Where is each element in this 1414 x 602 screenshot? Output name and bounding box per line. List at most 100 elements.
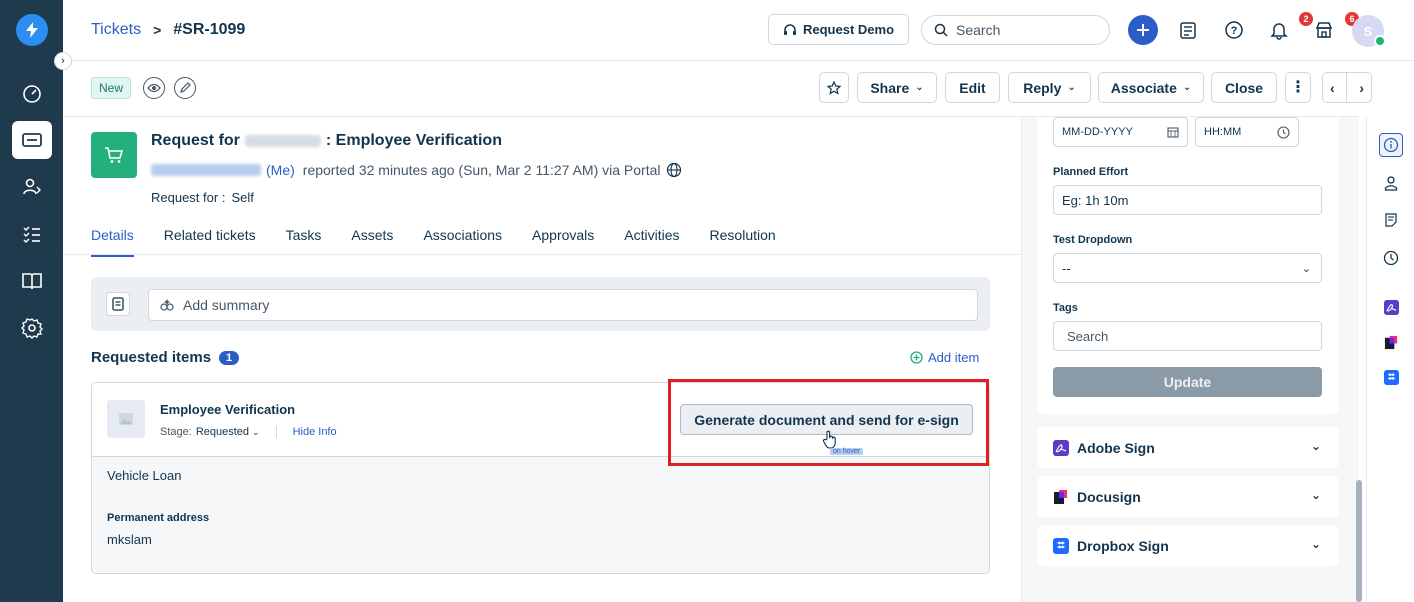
- tab-tasks[interactable]: Tasks: [286, 227, 322, 257]
- favorite-star-button[interactable]: [819, 72, 849, 103]
- me-label: (Me): [266, 162, 295, 178]
- edit-button[interactable]: Edit: [945, 72, 1000, 103]
- share-button[interactable]: Share ⌄: [857, 72, 937, 103]
- reply-label: Reply: [1023, 79, 1062, 96]
- tags-input[interactable]: Search: [1053, 321, 1322, 351]
- add-item-link[interactable]: Add item: [910, 350, 979, 365]
- adobe-sign-sidebar-icon[interactable]: [1379, 295, 1403, 319]
- title-suffix: : Employee Verification: [325, 132, 502, 149]
- requested-items-heading: Requested items 1: [91, 349, 240, 366]
- update-button[interactable]: Update: [1053, 367, 1322, 397]
- associate-label: Associate: [1110, 79, 1177, 96]
- new-plus-button[interactable]: [1128, 15, 1158, 45]
- breadcrumb-current: #SR-1099: [173, 21, 246, 38]
- star-icon: [827, 80, 841, 95]
- info-icon[interactable]: [1379, 133, 1403, 157]
- properties-panel: MM-DD-YYYY HH:MM Planned Effort Eg: 1h 1…: [1021, 117, 1359, 602]
- tab-activities[interactable]: Activities: [624, 227, 679, 257]
- edit-pencil-icon[interactable]: [174, 77, 196, 99]
- tasks-list-icon[interactable]: [12, 215, 52, 253]
- notifications-bell-icon[interactable]: [1264, 15, 1294, 45]
- help-icon[interactable]: ?: [1219, 15, 1249, 45]
- test-dropdown-select[interactable]: -- ⌄: [1053, 253, 1322, 283]
- tab-associations[interactable]: Associations: [423, 227, 502, 257]
- associate-button[interactable]: Associate ⌄: [1098, 72, 1204, 103]
- redacted-requester-name: [244, 135, 321, 147]
- time-field[interactable]: HH:MM: [1195, 117, 1299, 147]
- item-stage-row: Stage: Requested ⌄ Hide Info: [160, 426, 337, 438]
- on-hover-tag: on hover: [830, 448, 864, 455]
- stage-value: Requested: [195, 426, 250, 438]
- chevron-down-icon: ⌄: [1310, 439, 1321, 453]
- summary-placeholder: Add summary: [183, 297, 270, 313]
- ai-bot-icon: [160, 299, 174, 311]
- ticket-title: Request for : Employee Verification: [151, 132, 502, 150]
- requester-person-icon[interactable]: [1379, 171, 1403, 195]
- redacted-requester-link[interactable]: [151, 164, 261, 176]
- planned-effort-input[interactable]: Eg: 1h 10m: [1053, 185, 1322, 215]
- docusign-app-panel[interactable]: Docusign ⌄: [1037, 476, 1339, 517]
- title-prefix: Request for: [151, 132, 240, 149]
- online-status-dot: [1374, 35, 1386, 47]
- breadcrumb-tickets-link[interactable]: Tickets: [91, 21, 141, 39]
- global-search-input[interactable]: Search: [921, 15, 1110, 45]
- adobe-sign-icon: [1053, 439, 1069, 456]
- summary-section: Add summary: [91, 277, 990, 331]
- notes-icon[interactable]: [1379, 208, 1403, 232]
- close-ticket-button[interactable]: Close: [1211, 72, 1277, 103]
- tab-related-tickets[interactable]: Related tickets: [164, 227, 256, 257]
- service-request-cart-icon: [91, 132, 137, 178]
- docusign-sidebar-icon[interactable]: [1379, 330, 1403, 354]
- dashboard-icon[interactable]: [12, 75, 52, 113]
- users-icon[interactable]: [12, 168, 52, 206]
- permanent-address-label: Permanent address: [107, 512, 210, 524]
- test-dropdown-value: --: [1062, 260, 1071, 276]
- globe-icon: [666, 162, 681, 178]
- time-placeholder: HH:MM: [1204, 126, 1242, 138]
- watch-eye-icon[interactable]: [143, 77, 165, 99]
- ticket-tabs: Details Related tickets Tasks Assets Ass…: [91, 227, 776, 257]
- catalog-icon[interactable]: [1173, 15, 1203, 45]
- tags-placeholder: Search: [1067, 328, 1109, 344]
- ticket-toolbar: New Share ⌄ Edit Reply ⌄ Associate ⌄ Clo…: [63, 61, 1372, 117]
- docusign-icon: [1054, 489, 1067, 504]
- add-item-label: Add item: [928, 350, 980, 365]
- expand-nav-chevron-icon[interactable]: ›: [54, 52, 72, 70]
- tab-approvals[interactable]: Approvals: [532, 227, 594, 257]
- requested-items-count: 1: [219, 350, 240, 365]
- share-label: Share: [870, 79, 910, 96]
- more-options-button[interactable]: ⋮: [1285, 72, 1311, 103]
- dropbox-sign-app-panel[interactable]: Dropbox Sign ⌄: [1037, 525, 1339, 566]
- generate-button-label: Generate document and send for e-sign: [694, 411, 959, 428]
- properties-scrollbar[interactable]: [1356, 480, 1362, 602]
- time-history-clock-icon[interactable]: [1379, 246, 1403, 270]
- tickets-icon[interactable]: [12, 121, 52, 159]
- summary-document-icon[interactable]: [106, 292, 130, 316]
- app-logo-icon[interactable]: [16, 14, 48, 46]
- test-dropdown-label: Test Dropdown: [1053, 234, 1133, 246]
- hide-info-link[interactable]: Hide Info: [293, 426, 337, 438]
- dropbox-sign-sidebar-icon[interactable]: [1379, 365, 1403, 389]
- pager-divider: [1346, 73, 1348, 102]
- tab-resolution[interactable]: Resolution: [710, 227, 776, 257]
- date-field[interactable]: MM-DD-YYYY: [1053, 117, 1188, 147]
- request-demo-button[interactable]: Request Demo: [768, 14, 909, 45]
- apps-marketplace-icon[interactable]: [1309, 15, 1339, 45]
- tab-details[interactable]: Details: [91, 227, 134, 257]
- adobe-sign-app-panel[interactable]: Adobe Sign ⌄: [1037, 427, 1339, 468]
- stage-divider: [275, 426, 277, 438]
- settings-gear-icon[interactable]: [12, 309, 52, 347]
- stage-dropdown[interactable]: Requested ⌄: [196, 426, 260, 438]
- requested-item-body: Vehicle Loan Permanent address mkslam: [92, 457, 989, 573]
- tags-label: Tags: [1053, 302, 1078, 314]
- reply-button[interactable]: Reply ⌄: [1008, 72, 1091, 103]
- add-summary-input[interactable]: Add summary: [148, 289, 978, 321]
- tab-assets[interactable]: Assets: [351, 227, 393, 257]
- chevron-down-icon: ⌄: [1310, 488, 1321, 502]
- next-ticket-chevron-icon[interactable]: ›: [1359, 80, 1364, 96]
- knowledge-book-icon[interactable]: [12, 262, 52, 300]
- chevron-down-icon: ⌄: [1067, 82, 1076, 93]
- reported-text: reported 32 minutes ago (Sun, Mar 2 11:2…: [302, 162, 661, 178]
- add-circle-icon: [910, 351, 923, 364]
- previous-ticket-chevron-icon[interactable]: ‹: [1330, 80, 1335, 96]
